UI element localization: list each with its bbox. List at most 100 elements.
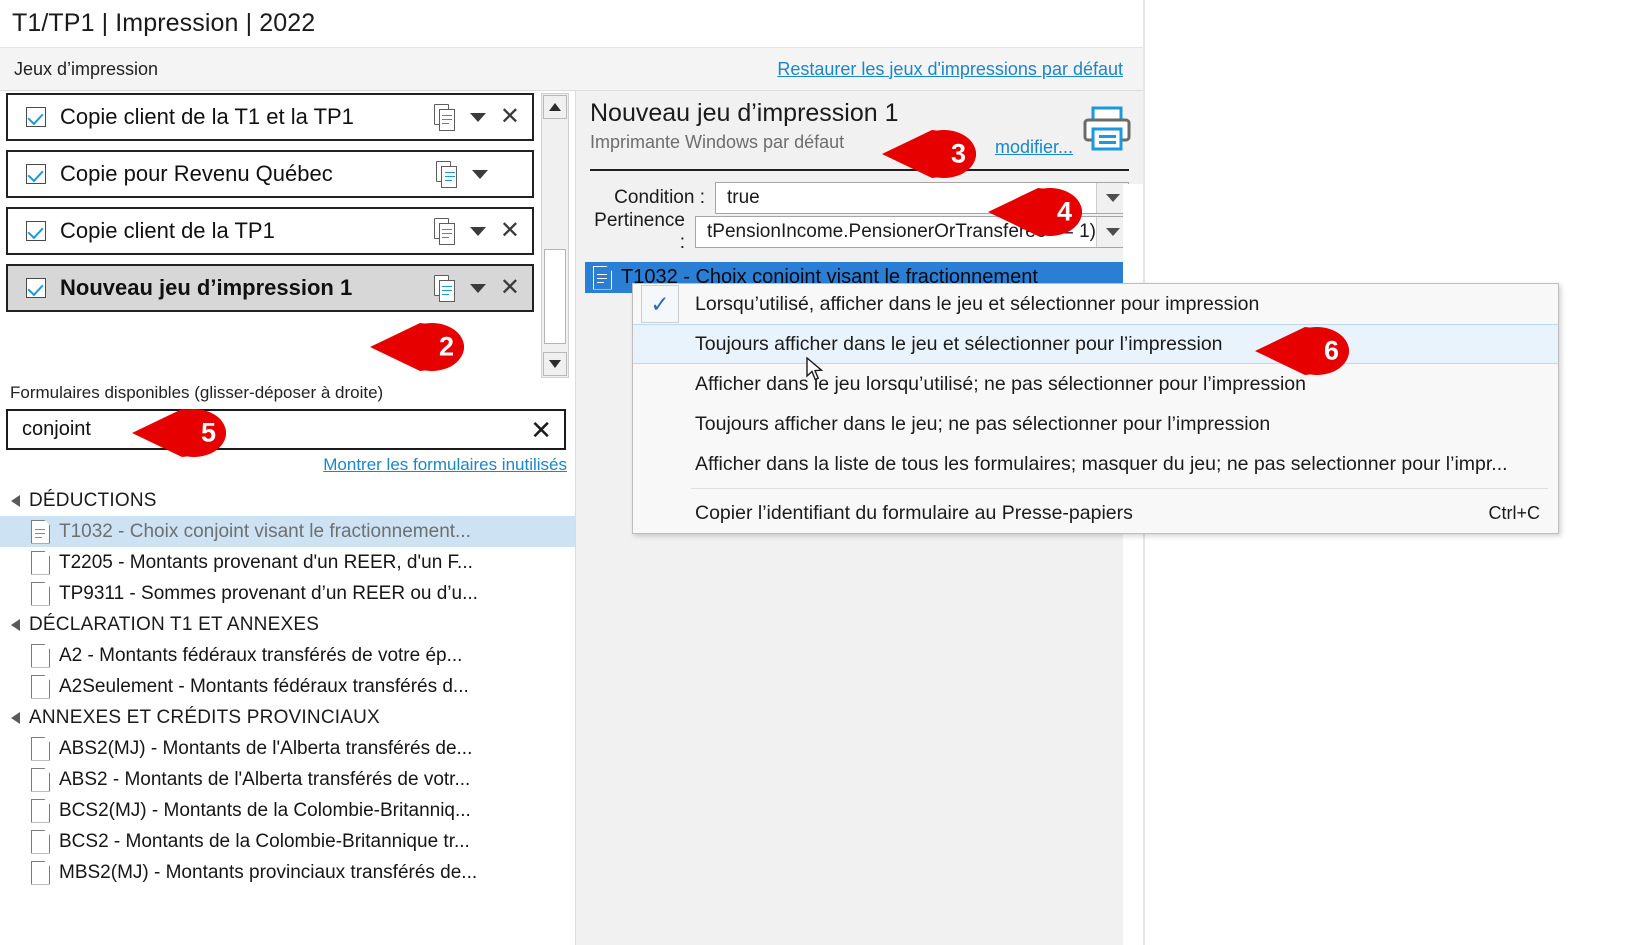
menu-check-slot xyxy=(641,365,679,403)
callout-badge: 5 xyxy=(130,404,226,462)
scrollbar-thumb[interactable] xyxy=(544,249,566,344)
tree-form-item[interactable]: T2205 - Montants provenant d'un REER, d'… xyxy=(0,547,575,578)
close-icon[interactable]: ✕ xyxy=(530,417,564,443)
context-menu-item[interactable]: Toujours afficher dans le jeu; ne pas sé… xyxy=(633,404,1558,444)
print-set-checkbox[interactable] xyxy=(26,164,46,184)
print-set-checkbox[interactable] xyxy=(26,107,46,127)
callout-number: 2 xyxy=(438,331,454,362)
context-menu-item[interactable]: ✓ Lorsqu’utilisé, afficher dans le jeu et… xyxy=(633,284,1558,324)
print-set-label: Nouveau jeu d’impression 1 xyxy=(60,275,353,300)
context-menu-item-copy-id[interactable]: Copier l’identifiant du formulaire au Pr… xyxy=(633,493,1558,533)
document-icon xyxy=(31,674,50,699)
print-sets-label: Jeux d’impression xyxy=(14,58,159,79)
menu-check-slot xyxy=(641,325,679,363)
chevron-down-icon[interactable] xyxy=(469,226,486,236)
context-menu-item[interactable]: Afficher dans la liste de tous les formu… xyxy=(633,444,1558,484)
callout-number: 3 xyxy=(950,138,966,169)
document-icon xyxy=(31,643,50,668)
printer-icon[interactable] xyxy=(1081,105,1133,153)
print-set-item[interactable]: Nouveau jeu d’impression 1 ✕ xyxy=(6,264,534,312)
expander-icon[interactable] xyxy=(11,494,20,507)
chevron-down-icon[interactable] xyxy=(469,112,486,122)
tree-form-item[interactable]: A2 - Montants fédéraux transférés de vot… xyxy=(0,640,575,671)
context-menu-shortcut: Ctrl+C xyxy=(1488,502,1540,523)
scroll-up-button[interactable] xyxy=(543,95,567,119)
tree-form-item[interactable]: A2Seulement - Montants fédéraux transfér… xyxy=(0,671,575,702)
tree-group-header[interactable]: DÉDUCTIONS xyxy=(0,485,575,516)
print-set-label: Copie client de la TP1 xyxy=(60,218,275,243)
chevron-down-icon[interactable] xyxy=(469,283,486,293)
tree-group-label: ANNEXES ET CRÉDITS PROVINCIAUX xyxy=(29,706,380,728)
document-icon xyxy=(31,581,50,606)
copy-documents-icon[interactable] xyxy=(433,217,456,245)
print-set-item[interactable]: Copie client de la T1 et la TP1 ✕ xyxy=(6,93,534,141)
close-icon[interactable]: ✕ xyxy=(500,105,520,129)
print-set-list: Copie client de la T1 et la TP1 ✕ Copie po… xyxy=(0,93,540,321)
context-menu-item[interactable]: Afficher dans le jeu lorsqu’utilisé; ne … xyxy=(633,364,1558,404)
callout-badge: 2 xyxy=(368,318,464,376)
print-set-scrollbar[interactable] xyxy=(541,93,569,378)
tree-group-header[interactable]: DÉCLARATION T1 ET ANNEXES xyxy=(0,609,575,640)
context-menu-item-label: Afficher dans le jeu lorsqu’utilisé; ne … xyxy=(695,372,1306,395)
print-set-checkbox[interactable] xyxy=(26,221,46,241)
tree-form-item[interactable]: TP9311 - Sommes provenant d’un REER ou d… xyxy=(0,578,575,609)
tree-group-label: DÉCLARATION T1 ET ANNEXES xyxy=(29,613,320,635)
show-unused-forms-link[interactable]: Montrer les formulaires inutilisés xyxy=(323,455,567,475)
form-context-menu[interactable]: ✓ Lorsqu’utilisé, afficher dans le jeu et… xyxy=(632,283,1559,534)
expander-icon[interactable] xyxy=(11,711,20,724)
tree-form-item[interactable]: BCS2(MJ) - Montants de la Colombie-Brita… xyxy=(0,795,575,826)
tree-form-item[interactable]: ABS2(MJ) - Montants de l'Alberta transfé… xyxy=(0,733,575,764)
close-icon[interactable]: ✕ xyxy=(500,276,520,300)
menu-check-slot xyxy=(641,445,679,483)
chevron-down-icon[interactable] xyxy=(472,169,488,179)
callout-badge: 6 xyxy=(1253,322,1349,380)
callout-number: 4 xyxy=(1056,196,1072,227)
detail-divider xyxy=(590,169,1129,171)
print-set-item[interactable]: Copie pour Revenu Québec xyxy=(6,150,534,198)
tree-form-label: TP9311 - Sommes provenant d’un REER ou d… xyxy=(59,582,478,604)
document-icon xyxy=(31,736,50,761)
document-icon xyxy=(31,798,50,823)
copy-documents-icon[interactable] xyxy=(433,103,456,131)
scroll-down-button[interactable] xyxy=(543,352,567,376)
tree-form-label: T2205 - Montants provenant d'un REER, d'… xyxy=(59,551,473,573)
tree-form-label: ABS2(MJ) - Montants de l'Alberta transfé… xyxy=(59,737,473,759)
left-column: Copie client de la T1 et la TP1 ✕ Copie po… xyxy=(0,93,575,945)
print-sets-subheader: Jeux d’impression Restaurer les jeux d'i… xyxy=(0,47,1180,91)
print-set-checkbox[interactable] xyxy=(26,278,46,298)
tree-group-header[interactable]: ANNEXES ET CRÉDITS PROVINCIAUX xyxy=(0,702,575,733)
tree-form-label: A2Seulement - Montants fédéraux transfér… xyxy=(59,675,469,697)
print-set-label: Copie client de la T1 et la TP1 xyxy=(60,104,354,129)
close-icon[interactable]: ✕ xyxy=(500,219,520,243)
search-input[interactable] xyxy=(8,417,531,442)
tree-form-label: A2 - Montants fédéraux transférés de vot… xyxy=(59,644,463,666)
tree-form-item[interactable]: BCS2 - Montants de la Colombie-Britanniq… xyxy=(0,826,575,857)
context-menu-separator xyxy=(691,488,1548,489)
document-icon xyxy=(31,829,50,854)
restore-default-print-sets-link[interactable]: Restaurer les jeux d'impressions par déf… xyxy=(777,59,1180,80)
form-search-box[interactable]: ✕ xyxy=(6,409,566,450)
detail-title: Nouveau jeu d’impression 1 xyxy=(590,99,899,127)
tree-group-label: DÉDUCTIONS xyxy=(29,489,157,511)
context-menu-item-label: Afficher dans la liste de tous les formu… xyxy=(695,452,1508,475)
callout-badge: 4 xyxy=(986,183,1082,241)
document-icon xyxy=(31,860,50,885)
callout-number: 6 xyxy=(1323,335,1339,366)
print-set-item[interactable]: Copie client de la TP1 ✕ xyxy=(6,207,534,255)
document-icon xyxy=(31,767,50,792)
tree-form-item[interactable]: ABS2 - Montants de l'Alberta transférés … xyxy=(0,764,575,795)
context-menu-item-label: Lorsqu’utilisé, afficher dans le jeu et … xyxy=(695,292,1260,315)
document-icon xyxy=(593,265,612,290)
modify-printer-link[interactable]: modifier... xyxy=(995,137,1073,158)
context-menu-item-label: Toujours afficher dans le jeu; ne pas sé… xyxy=(695,412,1271,435)
tree-form-item[interactable]: T1032 - Choix conjoint visant le fractio… xyxy=(0,516,575,547)
tree-form-label: BCS2 - Montants de la Colombie-Britanniq… xyxy=(59,830,470,852)
detail-field-label: Pertinence : xyxy=(594,210,685,253)
tree-form-item[interactable]: MBS2(MJ) - Montants provinciaux transfér… xyxy=(0,857,575,888)
copy-documents-icon[interactable] xyxy=(436,160,458,188)
copy-documents-icon[interactable] xyxy=(433,274,456,302)
check-icon: ✓ xyxy=(641,285,679,323)
document-icon xyxy=(31,519,50,544)
expander-icon[interactable] xyxy=(11,618,20,631)
context-menu-item[interactable]: Toujours afficher dans le jeu et sélecti… xyxy=(633,324,1558,364)
